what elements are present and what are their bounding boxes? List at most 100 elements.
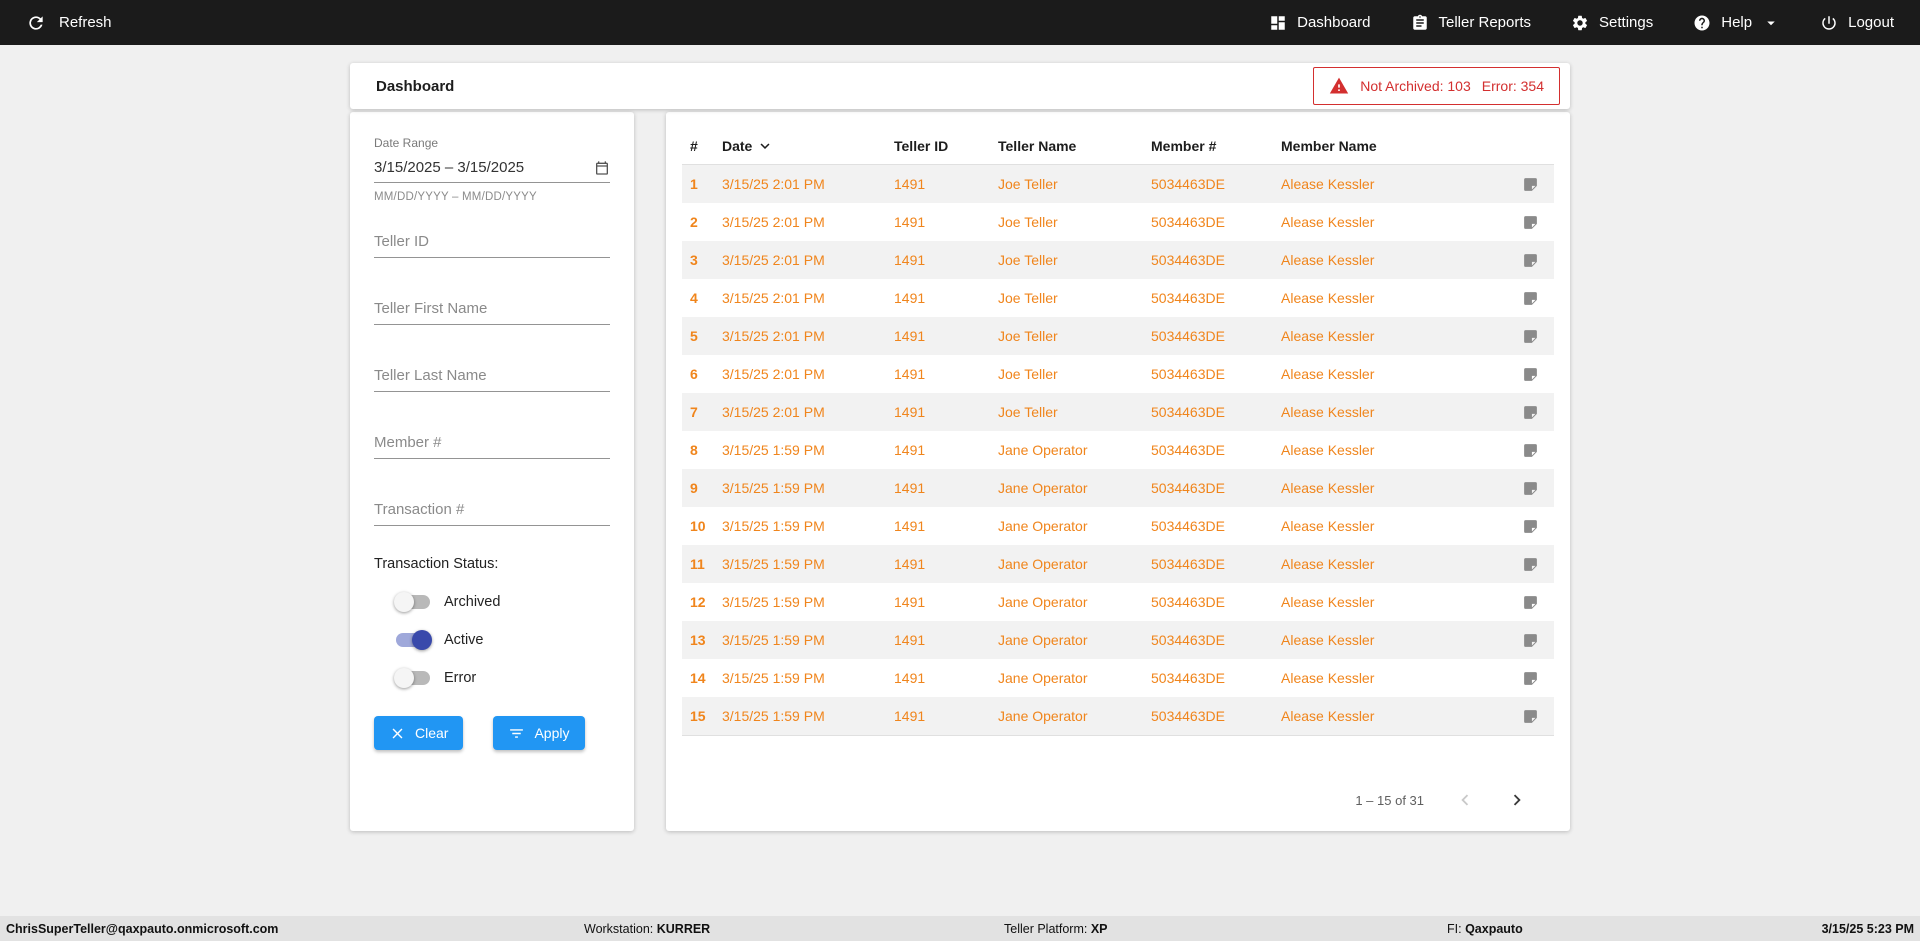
- note-icon[interactable]: [1522, 252, 1539, 269]
- column-header-member-number: Member #: [1151, 138, 1281, 154]
- previous-page-icon[interactable]: [1454, 789, 1476, 811]
- toggle-archived[interactable]: Archived: [396, 594, 610, 610]
- table-row[interactable]: 6 3/15/25 2:01 PM 1491 Joe Teller 503446…: [682, 355, 1554, 393]
- row-teller-name: Jane Operator: [998, 632, 1151, 648]
- row-teller-id: 1491: [894, 670, 998, 686]
- column-header-date-label: Date: [722, 138, 752, 154]
- row-teller-name: Jane Operator: [998, 708, 1151, 724]
- row-member-number: 5034463DE: [1151, 594, 1281, 610]
- refresh-label: Refresh: [59, 14, 112, 31]
- teller-last-name-input[interactable]: [374, 359, 610, 392]
- note-icon[interactable]: [1522, 404, 1539, 421]
- table-row[interactable]: 15 3/15/25 1:59 PM 1491 Jane Operator 50…: [682, 697, 1554, 735]
- table-row[interactable]: 4 3/15/25 2:01 PM 1491 Joe Teller 503446…: [682, 279, 1554, 317]
- calendar-icon[interactable]: [594, 160, 610, 176]
- note-icon[interactable]: [1522, 708, 1539, 725]
- note-icon[interactable]: [1522, 442, 1539, 459]
- fi-label: FI:: [1447, 922, 1462, 936]
- row-note-cell: [1506, 518, 1554, 535]
- member-number-input[interactable]: [374, 426, 610, 459]
- apply-button[interactable]: Apply: [493, 716, 584, 750]
- row-teller-id: 1491: [894, 442, 998, 458]
- nav-item-settings[interactable]: Settings: [1571, 14, 1653, 32]
- note-icon[interactable]: [1522, 518, 1539, 535]
- row-teller-name: Jane Operator: [998, 556, 1151, 572]
- teller-first-name-input[interactable]: [374, 292, 610, 325]
- toggle-active[interactable]: Active: [396, 632, 610, 648]
- table-row[interactable]: 8 3/15/25 1:59 PM 1491 Jane Operator 503…: [682, 431, 1554, 469]
- nav-item-teller-reports[interactable]: Teller Reports: [1411, 14, 1532, 32]
- gear-icon: [1571, 14, 1589, 32]
- note-icon[interactable]: [1522, 556, 1539, 573]
- toggle-error[interactable]: Error: [396, 670, 610, 686]
- workstation-info: Workstation: KURRER: [584, 922, 710, 936]
- transaction-number-input[interactable]: [374, 493, 610, 526]
- note-icon[interactable]: [1522, 214, 1539, 231]
- platform-value: XP: [1091, 922, 1108, 936]
- table-row[interactable]: 2 3/15/25 2:01 PM 1491 Joe Teller 503446…: [682, 203, 1554, 241]
- help-icon: [1693, 14, 1711, 32]
- note-icon[interactable]: [1522, 290, 1539, 307]
- row-member-name: Alease Kessler: [1281, 670, 1506, 686]
- main-container: Dashboard Not Archived: 103 Error: 354 D…: [350, 63, 1570, 831]
- row-teller-id: 1491: [894, 176, 998, 192]
- row-teller-name: Joe Teller: [998, 328, 1151, 344]
- table-row[interactable]: 10 3/15/25 1:59 PM 1491 Jane Operator 50…: [682, 507, 1554, 545]
- table-row[interactable]: 3 3/15/25 2:01 PM 1491 Joe Teller 503446…: [682, 241, 1554, 279]
- row-member-name: Alease Kessler: [1281, 480, 1506, 496]
- nav-item-help[interactable]: Help: [1693, 14, 1780, 32]
- row-member-name: Alease Kessler: [1281, 366, 1506, 382]
- error-toggle-switch[interactable]: [396, 671, 430, 685]
- archived-toggle-switch[interactable]: [396, 595, 430, 609]
- row-note-cell: [1506, 404, 1554, 421]
- toggle-knob: [412, 630, 432, 650]
- column-header-number: #: [682, 138, 722, 154]
- nav-label: Help: [1721, 14, 1752, 31]
- power-icon: [1820, 14, 1838, 32]
- nav-item-logout[interactable]: Logout: [1820, 14, 1894, 32]
- row-note-cell: [1506, 556, 1554, 573]
- note-icon[interactable]: [1522, 480, 1539, 497]
- teller-platform-info: Teller Platform: XP: [1004, 922, 1108, 936]
- clear-button[interactable]: Clear: [374, 716, 463, 750]
- table-row[interactable]: 13 3/15/25 1:59 PM 1491 Jane Operator 50…: [682, 621, 1554, 659]
- not-archived-count: Not Archived: 103: [1360, 78, 1471, 94]
- chevron-down-icon: [1762, 14, 1780, 32]
- note-icon[interactable]: [1522, 632, 1539, 649]
- nav-item-dashboard[interactable]: Dashboard: [1269, 14, 1370, 32]
- row-note-cell: [1506, 708, 1554, 725]
- teller-id-input[interactable]: [374, 225, 610, 258]
- pagination-range-label: 1 – 15 of 31: [1355, 793, 1424, 808]
- note-icon[interactable]: [1522, 670, 1539, 687]
- table-row[interactable]: 14 3/15/25 1:59 PM 1491 Jane Operator 50…: [682, 659, 1554, 697]
- row-teller-id: 1491: [894, 252, 998, 268]
- refresh-button[interactable]: Refresh: [26, 13, 112, 33]
- table-row[interactable]: 5 3/15/25 2:01 PM 1491 Joe Teller 503446…: [682, 317, 1554, 355]
- nav-label: Settings: [1599, 14, 1653, 31]
- table-row[interactable]: 1 3/15/25 2:01 PM 1491 Joe Teller 503446…: [682, 165, 1554, 203]
- next-page-icon[interactable]: [1506, 789, 1528, 811]
- row-teller-id: 1491: [894, 480, 998, 496]
- date-range-input[interactable]: [374, 159, 594, 176]
- column-header-member-name: Member Name: [1281, 138, 1506, 154]
- note-icon[interactable]: [1522, 594, 1539, 611]
- note-icon[interactable]: [1522, 176, 1539, 193]
- row-teller-id: 1491: [894, 214, 998, 230]
- table-row[interactable]: 11 3/15/25 1:59 PM 1491 Jane Operator 50…: [682, 545, 1554, 583]
- table-row[interactable]: 7 3/15/25 2:01 PM 1491 Joe Teller 503446…: [682, 393, 1554, 431]
- platform-label: Teller Platform:: [1004, 922, 1087, 936]
- row-note-cell: [1506, 442, 1554, 459]
- note-icon[interactable]: [1522, 328, 1539, 345]
- fi-value: Qaxpauto: [1465, 922, 1523, 936]
- table-row[interactable]: 12 3/15/25 1:59 PM 1491 Jane Operator 50…: [682, 583, 1554, 621]
- row-teller-name: Jane Operator: [998, 442, 1151, 458]
- column-header-date[interactable]: Date: [722, 137, 894, 155]
- table-row[interactable]: 9 3/15/25 1:59 PM 1491 Jane Operator 503…: [682, 469, 1554, 507]
- active-toggle-switch[interactable]: [396, 633, 430, 647]
- note-icon[interactable]: [1522, 366, 1539, 383]
- row-member-name: Alease Kessler: [1281, 176, 1506, 192]
- toggle-knob: [394, 592, 414, 612]
- row-number: 2: [682, 214, 722, 230]
- column-header-teller-id: Teller ID: [894, 138, 998, 154]
- row-date: 3/15/25 1:59 PM: [722, 442, 894, 458]
